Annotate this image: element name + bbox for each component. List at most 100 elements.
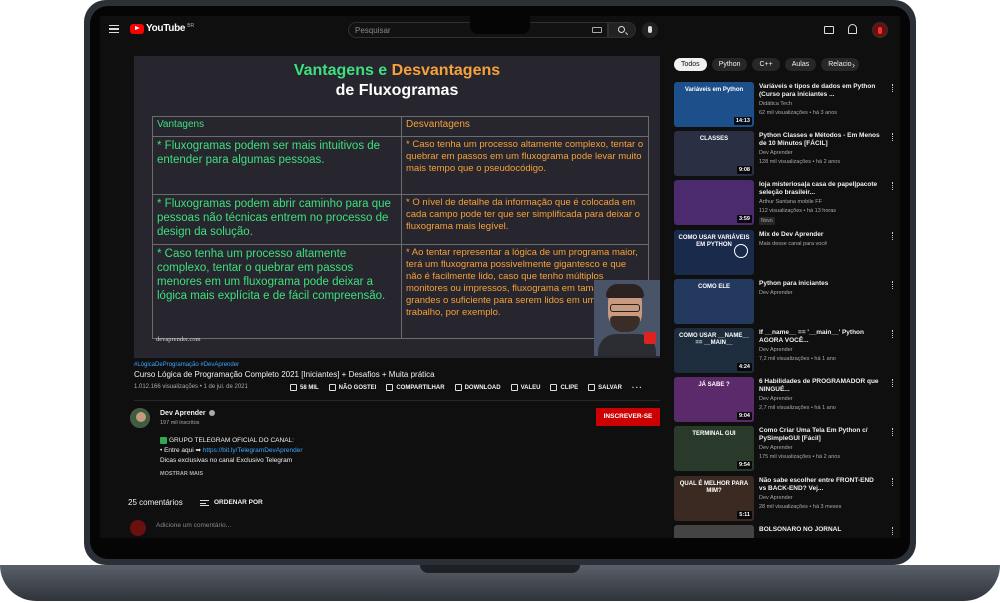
recommendation-meta: 128 mil visualizações • há 2 anos xyxy=(759,159,841,165)
recommendation-item[interactable]: BOLSONARO NO JORNAL xyxy=(674,525,900,538)
chip-aulas[interactable]: Aulas xyxy=(784,58,817,71)
video-description: GRUPO TELEGRAM OFICIAL DO CANAL: • Entre… xyxy=(160,436,303,466)
recommendation-item[interactable]: COMO USAR __NAME__ == __MAIN__ 4:24 If __n… xyxy=(674,328,900,374)
more-options-icon[interactable] xyxy=(892,182,894,190)
recommendation-channel[interactable]: Dev Aprender xyxy=(759,347,793,353)
dislike-label: NÃO GOSTEI xyxy=(338,384,377,391)
thumbnail-text: QUAL É MELHOR PARA MIM? xyxy=(679,481,749,494)
recommendation-title[interactable]: loja misteriosa|a casa de papel|pacote s… xyxy=(759,181,881,197)
recommendation-channel[interactable]: Dev Aprender xyxy=(759,495,793,501)
video-thumbnail[interactable]: CLASSES 9:08 xyxy=(674,131,754,176)
keyboard-icon[interactable] xyxy=(592,27,602,33)
create-icon[interactable] xyxy=(824,26,834,34)
video-duration: 9:04 xyxy=(736,412,752,420)
video-thumbnail[interactable]: QUAL É MELHOR PARA MIM? 5:11 xyxy=(674,476,754,521)
sort-button[interactable]: ORDENAR POR xyxy=(214,499,263,506)
more-options-icon[interactable] xyxy=(892,133,894,141)
channel-name[interactable]: Dev Aprender xyxy=(160,410,215,417)
video-thumbnail[interactable]: COMO USAR __NAME__ == __MAIN__ 4:24 xyxy=(674,328,754,373)
recommendation-item[interactable]: QUAL É MELHOR PARA MIM? 5:11 Não sabe esco… xyxy=(674,476,900,522)
video-thumbnail[interactable]: COMO ELE xyxy=(674,279,754,324)
more-options-icon[interactable] xyxy=(892,428,894,436)
more-actions-icon[interactable]: ··· xyxy=(632,383,643,391)
video-thumbnail[interactable]: COMO USAR VARIÁVEIS EM PYTHON xyxy=(674,230,754,275)
recommendation-item[interactable]: TERMINAL GUI 9:54 Como Criar Uma Tela Em P… xyxy=(674,426,900,472)
recommendation-meta: 2,7 mil visualizações • há 1 ano xyxy=(759,405,836,411)
user-avatar[interactable] xyxy=(872,22,888,38)
show-more-button[interactable]: MOSTRAR MAIS xyxy=(160,471,203,477)
recommendation-channel[interactable]: Dev Aprender xyxy=(759,150,793,156)
more-options-icon[interactable] xyxy=(892,232,894,240)
video-thumbnail[interactable]: JÁ SABE ? 9:04 xyxy=(674,377,754,422)
recommendation-title[interactable]: Python para iniciantes xyxy=(759,280,881,288)
slide-url: devaprender.com xyxy=(156,336,201,343)
recommendation-item[interactable]: COMO USAR VARIÁVEIS EM PYTHON Mix de Dev … xyxy=(674,230,900,276)
save-button[interactable]: SALVAR xyxy=(588,384,622,391)
recommendation-item[interactable]: CLASSES 9:08 Python Classes e Métodos - Em… xyxy=(674,131,900,177)
subscribe-button[interactable]: INSCREVER-SE xyxy=(596,408,660,426)
recommendation-title[interactable]: 6 Habilidades de PROGRAMADOR que NINGUÉ.… xyxy=(759,378,881,394)
recommendation-channel[interactable]: Didática Tech xyxy=(759,101,792,107)
telegram-link[interactable]: https://bit.ly/TelegramDevAprender xyxy=(203,447,303,454)
comment-input[interactable]: Adicione um comentário... xyxy=(156,522,231,529)
more-options-icon[interactable] xyxy=(892,478,894,486)
recommendation-channel[interactable]: Dev Aprender xyxy=(759,290,793,296)
chip-cpp[interactable]: C++ xyxy=(752,58,780,71)
verified-icon xyxy=(208,410,215,417)
laptop-base-groove xyxy=(420,565,580,573)
presenter-webcam xyxy=(594,280,660,356)
video-thumbnail[interactable]: Variáveis em Python 14:13 xyxy=(674,82,754,127)
like-button[interactable]: 58 MIL xyxy=(290,384,319,391)
chevron-right-icon[interactable]: › xyxy=(852,60,855,70)
video-duration: 5:11 xyxy=(737,511,752,519)
recommendation-channel[interactable]: Arthur Santana mobile FF xyxy=(759,199,822,205)
recommendation-item[interactable]: Variáveis em Python 14:13 Variáveis e tipo… xyxy=(674,82,900,128)
chip-python[interactable]: Python xyxy=(711,58,748,71)
recommendation-channel[interactable]: Dev Aprender xyxy=(759,396,793,402)
video-thumbnail[interactable] xyxy=(674,525,754,538)
download-button[interactable]: DOWNLOAD xyxy=(454,384,501,391)
video-thumbnail[interactable]: TERMINAL GUI 9:54 xyxy=(674,426,754,471)
recommendation-title[interactable]: Não sabe escolher entre FRONT-END vs BAC… xyxy=(759,477,881,493)
search-button[interactable] xyxy=(608,22,636,38)
thumbnail-text: COMO ELE xyxy=(697,284,730,290)
recommendation-title[interactable]: Variáveis e tipos de dados em Python (Cu… xyxy=(759,83,881,99)
voice-search-button[interactable] xyxy=(642,22,658,38)
youtube-logo[interactable]: YouTube BR xyxy=(130,23,194,34)
chip-todos[interactable]: Todos xyxy=(674,58,707,71)
more-options-icon[interactable] xyxy=(892,527,894,535)
video-duration: 9:08 xyxy=(736,166,752,174)
recommendation-item[interactable]: 3:59 loja misteriosa|a casa de papel|paco… xyxy=(674,180,900,226)
sort-icon[interactable] xyxy=(200,500,209,506)
channel-avatar[interactable] xyxy=(130,408,150,428)
menu-icon[interactable] xyxy=(109,25,119,33)
recommendation-channel[interactable]: Dev Aprender xyxy=(759,445,793,451)
more-options-icon[interactable] xyxy=(892,281,894,289)
clip-label: CLIPE xyxy=(560,384,579,391)
recommendation-meta: 62 mil visualizações • há 3 anos xyxy=(759,110,838,116)
more-options-icon[interactable] xyxy=(892,84,894,92)
recommendation-item[interactable]: JÁ SABE ? 9:04 6 Habilidades de PROGRAMADO… xyxy=(674,377,900,423)
recommendation-title[interactable]: Mix de Dev Aprender xyxy=(759,231,881,239)
recommendation-meta: 7,2 mil visualizações • há 1 ano xyxy=(759,356,836,362)
recommendation-meta: 112 visualizações • há 13 horas xyxy=(759,208,837,214)
recommendation-channel[interactable]: Mais desse canal para você xyxy=(759,241,827,247)
notifications-icon[interactable] xyxy=(848,24,857,34)
thanks-button[interactable]: VALEU xyxy=(510,384,540,391)
share-button[interactable]: COMPARTILHAR xyxy=(386,384,445,391)
more-options-icon[interactable] xyxy=(892,379,894,387)
more-options-icon[interactable] xyxy=(892,330,894,338)
clip-button[interactable]: CLIPE xyxy=(550,384,578,391)
recommendation-title[interactable]: BOLSONARO NO JORNAL xyxy=(759,526,881,534)
recommendation-title[interactable]: If __name__ == '__main__' Python AGORA V… xyxy=(759,329,881,345)
download-icon xyxy=(454,384,462,391)
slide-cell: * O nível de detalhe da informação que é… xyxy=(401,194,649,245)
dislike-button[interactable]: NÃO GOSTEI xyxy=(328,384,377,391)
recommendation-title[interactable]: Python Classes e Métodos - Em Menos de 1… xyxy=(759,132,881,148)
recommendation-item[interactable]: COMO ELE Python para iniciantes Dev Aprend… xyxy=(674,279,900,325)
video-thumbnail[interactable]: 3:59 xyxy=(674,180,754,225)
video-player[interactable]: Vantagens e Desvantagens de Fluxogramas … xyxy=(134,56,660,358)
video-views: 1.012.166 visualizações • 1 de jul. de 2… xyxy=(134,384,248,390)
recommendation-title[interactable]: Como Criar Uma Tela Em Python c/ PySimpl… xyxy=(759,427,881,443)
video-hashtags[interactable]: #LógicaDeProgramação #DevAprender xyxy=(134,362,239,368)
